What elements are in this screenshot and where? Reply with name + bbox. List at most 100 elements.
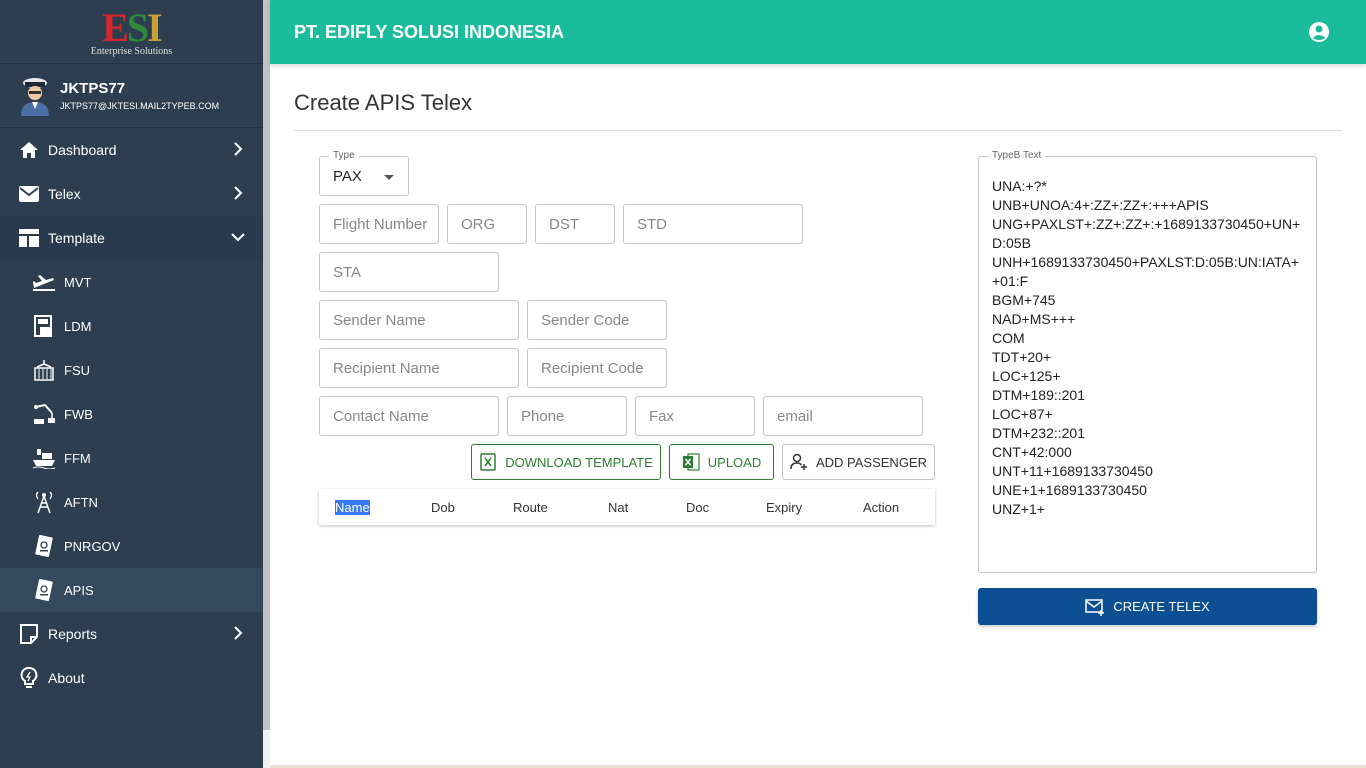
typeb-line: UNB+UNOA:4+:ZZ+:ZZ+:+++APIS <box>992 197 1209 213</box>
top-header: PT. EDIFLY SOLUSI INDONESIA <box>270 0 1366 64</box>
sender-name-input[interactable]: Sender Name <box>319 300 519 340</box>
sidebar-item-mvt[interactable]: MVT <box>0 260 263 304</box>
fax-placeholder: Fax <box>649 407 675 425</box>
sidebar-item-pnrgov[interactable]: PNRGOV <box>0 524 263 568</box>
nav-template[interactable]: Template <box>0 216 263 260</box>
typeb-line: NAD+MS+++ <box>992 311 1076 327</box>
user-name: JKTPS77 <box>60 80 126 97</box>
scrollbar-thumb[interactable] <box>263 0 270 730</box>
add-person-icon <box>790 453 808 471</box>
app: ESI Enterprise Solutions JKTPS77 JKTPS77… <box>0 0 1366 768</box>
typeb-line: UNA:+?* <box>992 178 1047 194</box>
sidebar-item-ffm[interactable]: FFM <box>0 436 263 480</box>
company-name: PT. EDIFLY SOLUSI INDONESIA <box>294 21 565 42</box>
contact-name-input[interactable]: Contact Name <box>319 396 499 436</box>
dst-placeholder: DST <box>549 215 579 233</box>
typeb-line: DTM+232::201 <box>992 425 1085 441</box>
dropdown-arrow-icon <box>384 175 394 180</box>
passport-icon <box>32 534 56 558</box>
recipient-name-placeholder: Recipient Name <box>333 359 440 377</box>
sender-name-placeholder: Sender Name <box>333 311 426 329</box>
fax-input[interactable]: Fax <box>635 396 755 436</box>
cargo-container-icon <box>32 358 56 382</box>
lightbulb-icon <box>18 667 40 689</box>
crane-icon <box>32 402 56 426</box>
sidebar-item-ldm[interactable]: LDM <box>0 304 263 348</box>
download-template-button[interactable]: DOWNLOAD TEMPLATE <box>471 444 661 480</box>
page-title: Create APIS Telex <box>294 90 473 115</box>
sidebar-item-label: PNRGOV <box>64 538 121 554</box>
nav-telex[interactable]: Telex <box>0 172 263 216</box>
phone-input[interactable]: Phone <box>507 396 627 436</box>
nav-reports[interactable]: Reports <box>0 612 263 656</box>
email-placeholder: email <box>777 407 813 425</box>
column-header-action[interactable]: Action <box>863 500 899 515</box>
download-template-label: DOWNLOAD TEMPLATE <box>505 454 653 470</box>
typeb-text-area[interactable]: TypeB Text UNA:+?* UNB+UNOA:4+:ZZ+:ZZ+:+… <box>978 150 1317 573</box>
sidebar-item-apis[interactable]: APIS <box>0 568 263 612</box>
sta-input[interactable]: STA <box>319 252 499 292</box>
typeb-line: LOC+125+ <box>992 368 1061 384</box>
user-email: JKTPS77@JKTESI.MAIL2TYPEB.COM <box>60 101 220 111</box>
chevron-down-icon <box>231 233 245 242</box>
nav-about[interactable]: About <box>0 656 263 700</box>
type-label: Type <box>329 150 359 161</box>
sidebar-item-label: FSU <box>64 362 90 378</box>
column-header-name[interactable]: Name <box>335 500 370 515</box>
typeb-line: UNH+1689133730450+PAXLST:D:05B:UN:IATA+ <box>992 254 1300 270</box>
type-select[interactable]: Type PAX <box>319 150 409 196</box>
std-placeholder: STD <box>637 215 667 233</box>
create-telex-button[interactable]: CREATE TELEX <box>978 588 1317 625</box>
upload-label: UPLOAD <box>707 454 762 470</box>
dst-input[interactable]: DST <box>535 204 615 244</box>
flight-number-input[interactable]: Flight Number <box>319 204 439 244</box>
pilot-avatar-icon <box>21 77 49 116</box>
typeb-content: UNA:+?* UNB+UNOA:4+:ZZ+:ZZ+:+++APIS UNG+… <box>992 177 1308 519</box>
sender-code-input[interactable]: Sender Code <box>527 300 667 340</box>
excel-outline-icon <box>479 453 497 471</box>
sidebar-item-label: AFTN <box>64 494 98 510</box>
logo-subtitle: Enterprise Solutions <box>90 46 173 57</box>
report-icon <box>18 623 40 645</box>
company-logo: ESI Enterprise Solutions <box>0 0 263 64</box>
account-circle-icon[interactable] <box>1308 21 1330 43</box>
sidebar-item-fsu[interactable]: FSU <box>0 348 263 392</box>
org-input[interactable]: ORG <box>447 204 527 244</box>
typeb-line: DTM+189::201 <box>992 387 1085 403</box>
add-passenger-label: ADD PASSENGER <box>815 454 927 470</box>
typeb-line: UNZ+1+ <box>992 501 1045 517</box>
sidebar-item-aftn[interactable]: AFTN <box>0 480 263 524</box>
airplane-icon <box>32 270 56 294</box>
mail-plus-icon <box>1085 598 1105 616</box>
sidebar-item-label: LDM <box>64 318 92 334</box>
recipient-code-placeholder: Recipient Code <box>541 359 644 377</box>
typeb-line: UNE+1+1689133730450 <box>992 482 1147 498</box>
typeb-line: LOC+87+ <box>992 406 1053 422</box>
passport-icon <box>32 578 56 602</box>
sta-placeholder: STA <box>333 263 362 281</box>
sidebar-scrollbar[interactable] <box>263 0 270 768</box>
recipient-code-input[interactable]: Recipient Code <box>527 348 667 388</box>
std-input[interactable]: STD <box>623 204 803 244</box>
add-passenger-button[interactable]: ADD PASSENGER <box>782 444 935 480</box>
column-header-route[interactable]: Route <box>513 500 548 515</box>
column-header-nat[interactable]: Nat <box>608 500 628 515</box>
type-value: PAX <box>333 167 362 185</box>
sidebar-item-fwb[interactable]: FWB <box>0 392 263 436</box>
nav-dashboard[interactable]: Dashboard <box>0 128 263 172</box>
typeb-line: UNT+11+1689133730450 <box>992 463 1153 479</box>
column-header-doc[interactable]: Doc <box>686 500 709 515</box>
column-header-expiry[interactable]: Expiry <box>766 500 802 515</box>
upload-button[interactable]: UPLOAD <box>669 444 774 480</box>
email-input[interactable]: email <box>763 396 923 436</box>
load-document-icon <box>32 314 56 338</box>
chevron-right-icon <box>234 186 243 200</box>
column-header-dob[interactable]: Dob <box>431 500 455 515</box>
typeb-line: BGM+745 <box>992 292 1056 308</box>
template-icon <box>18 227 40 249</box>
contact-name-placeholder: Contact Name <box>333 407 429 425</box>
passenger-table-header: Name Dob Route Nat Doc Expiry Action <box>319 489 935 525</box>
sidebar-item-label: APIS <box>64 582 94 598</box>
recipient-name-input[interactable]: Recipient Name <box>319 348 519 388</box>
sidebar-item-label: FFM <box>64 450 91 466</box>
